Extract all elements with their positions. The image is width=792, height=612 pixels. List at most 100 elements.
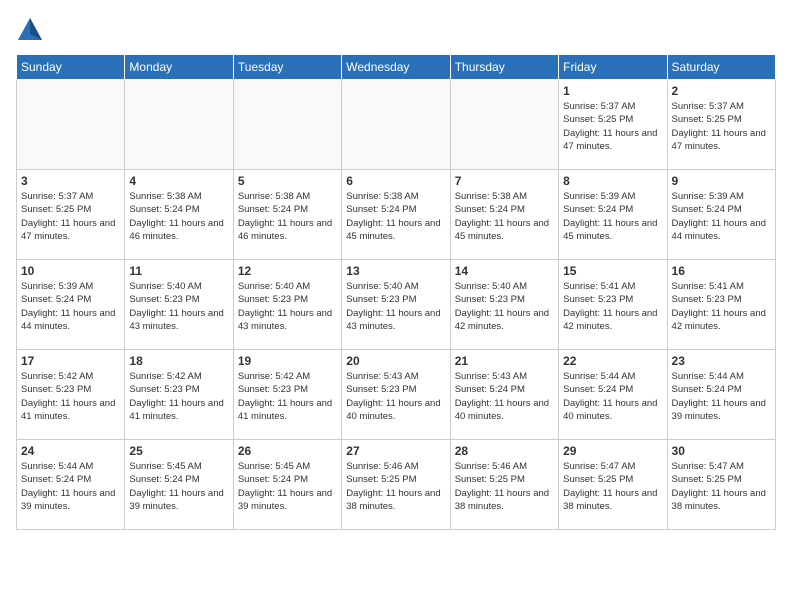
cell-info: Sunrise: 5:37 AM Sunset: 5:25 PM Dayligh… (21, 190, 120, 243)
day-number: 20 (346, 354, 445, 368)
calendar-cell: 22 Sunrise: 5:44 AM Sunset: 5:24 PM Dayli… (559, 350, 667, 440)
day-number: 24 (21, 444, 120, 458)
day-number: 10 (21, 264, 120, 278)
calendar-cell: 21 Sunrise: 5:43 AM Sunset: 5:24 PM Dayli… (450, 350, 558, 440)
calendar-table: SundayMondayTuesdayWednesdayThursdayFrid… (16, 54, 776, 530)
day-number: 30 (672, 444, 771, 458)
day-number: 22 (563, 354, 662, 368)
calendar-cell: 17 Sunrise: 5:42 AM Sunset: 5:23 PM Dayli… (17, 350, 125, 440)
cell-info: Sunrise: 5:47 AM Sunset: 5:25 PM Dayligh… (672, 460, 771, 513)
cell-info: Sunrise: 5:42 AM Sunset: 5:23 PM Dayligh… (21, 370, 120, 423)
calendar-cell (450, 80, 558, 170)
cell-info: Sunrise: 5:39 AM Sunset: 5:24 PM Dayligh… (21, 280, 120, 333)
calendar-cell (125, 80, 233, 170)
day-number: 26 (238, 444, 337, 458)
calendar-body: 1Sunrise: 5:37 AM Sunset: 5:25 PM Daylig… (17, 80, 776, 530)
day-number: 29 (563, 444, 662, 458)
weekday-header: Monday (125, 55, 233, 80)
calendar-cell: 6Sunrise: 5:38 AM Sunset: 5:24 PM Daylig… (342, 170, 450, 260)
cell-info: Sunrise: 5:38 AM Sunset: 5:24 PM Dayligh… (238, 190, 337, 243)
day-number: 19 (238, 354, 337, 368)
cell-info: Sunrise: 5:38 AM Sunset: 5:24 PM Dayligh… (455, 190, 554, 243)
calendar-cell: 1Sunrise: 5:37 AM Sunset: 5:25 PM Daylig… (559, 80, 667, 170)
weekday-header: Thursday (450, 55, 558, 80)
calendar-cell: 28 Sunrise: 5:46 AM Sunset: 5:25 PM Dayli… (450, 440, 558, 530)
page-header (16, 16, 776, 44)
cell-info: Sunrise: 5:44 AM Sunset: 5:24 PM Dayligh… (21, 460, 120, 513)
day-number: 5 (238, 174, 337, 188)
day-number: 21 (455, 354, 554, 368)
calendar-cell: 30 Sunrise: 5:47 AM Sunset: 5:25 PM Dayli… (667, 440, 775, 530)
calendar-cell: 16Sunrise: 5:41 AM Sunset: 5:23 PM Dayli… (667, 260, 775, 350)
calendar-cell: 14 Sunrise: 5:40 AM Sunset: 5:23 PM Dayli… (450, 260, 558, 350)
calendar-cell: 19 Sunrise: 5:42 AM Sunset: 5:23 PM Dayli… (233, 350, 341, 440)
calendar-cell: 12 Sunrise: 5:40 AM Sunset: 5:23 PM Dayli… (233, 260, 341, 350)
day-number: 8 (563, 174, 662, 188)
cell-info: Sunrise: 5:39 AM Sunset: 5:24 PM Dayligh… (672, 190, 771, 243)
calendar-cell: 23Sunrise: 5:44 AM Sunset: 5:24 PM Dayli… (667, 350, 775, 440)
weekday-header: Tuesday (233, 55, 341, 80)
calendar-cell: 15 Sunrise: 5:41 AM Sunset: 5:23 PM Dayli… (559, 260, 667, 350)
cell-info: Sunrise: 5:46 AM Sunset: 5:25 PM Dayligh… (455, 460, 554, 513)
day-number: 12 (238, 264, 337, 278)
calendar-cell (17, 80, 125, 170)
cell-info: Sunrise: 5:43 AM Sunset: 5:24 PM Dayligh… (455, 370, 554, 423)
calendar-week-row: 3Sunrise: 5:37 AM Sunset: 5:25 PM Daylig… (17, 170, 776, 260)
calendar-cell: 4Sunrise: 5:38 AM Sunset: 5:24 PM Daylig… (125, 170, 233, 260)
calendar-cell: 18 Sunrise: 5:42 AM Sunset: 5:23 PM Dayli… (125, 350, 233, 440)
day-number: 7 (455, 174, 554, 188)
calendar-cell: 8 Sunrise: 5:39 AM Sunset: 5:24 PM Daylig… (559, 170, 667, 260)
calendar-cell: 5 Sunrise: 5:38 AM Sunset: 5:24 PM Daylig… (233, 170, 341, 260)
weekday-header: Friday (559, 55, 667, 80)
day-number: 14 (455, 264, 554, 278)
calendar-week-row: 1Sunrise: 5:37 AM Sunset: 5:25 PM Daylig… (17, 80, 776, 170)
day-number: 28 (455, 444, 554, 458)
cell-info: Sunrise: 5:37 AM Sunset: 5:25 PM Dayligh… (563, 100, 662, 153)
calendar-week-row: 17 Sunrise: 5:42 AM Sunset: 5:23 PM Dayli… (17, 350, 776, 440)
calendar-cell: 26 Sunrise: 5:45 AM Sunset: 5:24 PM Dayli… (233, 440, 341, 530)
cell-info: Sunrise: 5:44 AM Sunset: 5:24 PM Dayligh… (563, 370, 662, 423)
cell-info: Sunrise: 5:42 AM Sunset: 5:23 PM Dayligh… (238, 370, 337, 423)
calendar-cell (233, 80, 341, 170)
calendar-cell: 29Sunrise: 5:47 AM Sunset: 5:25 PM Dayli… (559, 440, 667, 530)
calendar-cell: 20Sunrise: 5:43 AM Sunset: 5:23 PM Dayli… (342, 350, 450, 440)
day-number: 13 (346, 264, 445, 278)
day-number: 11 (129, 264, 228, 278)
cell-info: Sunrise: 5:44 AM Sunset: 5:24 PM Dayligh… (672, 370, 771, 423)
calendar-cell: 13Sunrise: 5:40 AM Sunset: 5:23 PM Dayli… (342, 260, 450, 350)
day-number: 15 (563, 264, 662, 278)
day-number: 16 (672, 264, 771, 278)
cell-info: Sunrise: 5:45 AM Sunset: 5:24 PM Dayligh… (238, 460, 337, 513)
calendar-cell: 11 Sunrise: 5:40 AM Sunset: 5:23 PM Dayli… (125, 260, 233, 350)
cell-info: Sunrise: 5:42 AM Sunset: 5:23 PM Dayligh… (129, 370, 228, 423)
weekday-header: Saturday (667, 55, 775, 80)
calendar-cell (342, 80, 450, 170)
weekday-header: Wednesday (342, 55, 450, 80)
day-number: 6 (346, 174, 445, 188)
day-number: 9 (672, 174, 771, 188)
calendar-week-row: 24 Sunrise: 5:44 AM Sunset: 5:24 PM Dayli… (17, 440, 776, 530)
cell-info: Sunrise: 5:39 AM Sunset: 5:24 PM Dayligh… (563, 190, 662, 243)
calendar-cell: 10 Sunrise: 5:39 AM Sunset: 5:24 PM Dayli… (17, 260, 125, 350)
cell-info: Sunrise: 5:40 AM Sunset: 5:23 PM Dayligh… (455, 280, 554, 333)
calendar-header-row: SundayMondayTuesdayWednesdayThursdayFrid… (17, 55, 776, 80)
cell-info: Sunrise: 5:38 AM Sunset: 5:24 PM Dayligh… (129, 190, 228, 243)
day-number: 27 (346, 444, 445, 458)
calendar-cell: 27 Sunrise: 5:46 AM Sunset: 5:25 PM Dayli… (342, 440, 450, 530)
day-number: 17 (21, 354, 120, 368)
cell-info: Sunrise: 5:46 AM Sunset: 5:25 PM Dayligh… (346, 460, 445, 513)
day-number: 25 (129, 444, 228, 458)
calendar-cell: 7 Sunrise: 5:38 AM Sunset: 5:24 PM Daylig… (450, 170, 558, 260)
cell-info: Sunrise: 5:40 AM Sunset: 5:23 PM Dayligh… (129, 280, 228, 333)
weekday-header: Sunday (17, 55, 125, 80)
calendar-cell: 9 Sunrise: 5:39 AM Sunset: 5:24 PM Daylig… (667, 170, 775, 260)
cell-info: Sunrise: 5:41 AM Sunset: 5:23 PM Dayligh… (563, 280, 662, 333)
cell-info: Sunrise: 5:45 AM Sunset: 5:24 PM Dayligh… (129, 460, 228, 513)
cell-info: Sunrise: 5:37 AM Sunset: 5:25 PM Dayligh… (672, 100, 771, 153)
logo (16, 16, 48, 44)
day-number: 18 (129, 354, 228, 368)
calendar-cell: 24 Sunrise: 5:44 AM Sunset: 5:24 PM Dayli… (17, 440, 125, 530)
calendar-cell: 2Sunrise: 5:37 AM Sunset: 5:25 PM Daylig… (667, 80, 775, 170)
calendar-week-row: 10 Sunrise: 5:39 AM Sunset: 5:24 PM Dayli… (17, 260, 776, 350)
cell-info: Sunrise: 5:40 AM Sunset: 5:23 PM Dayligh… (238, 280, 337, 333)
